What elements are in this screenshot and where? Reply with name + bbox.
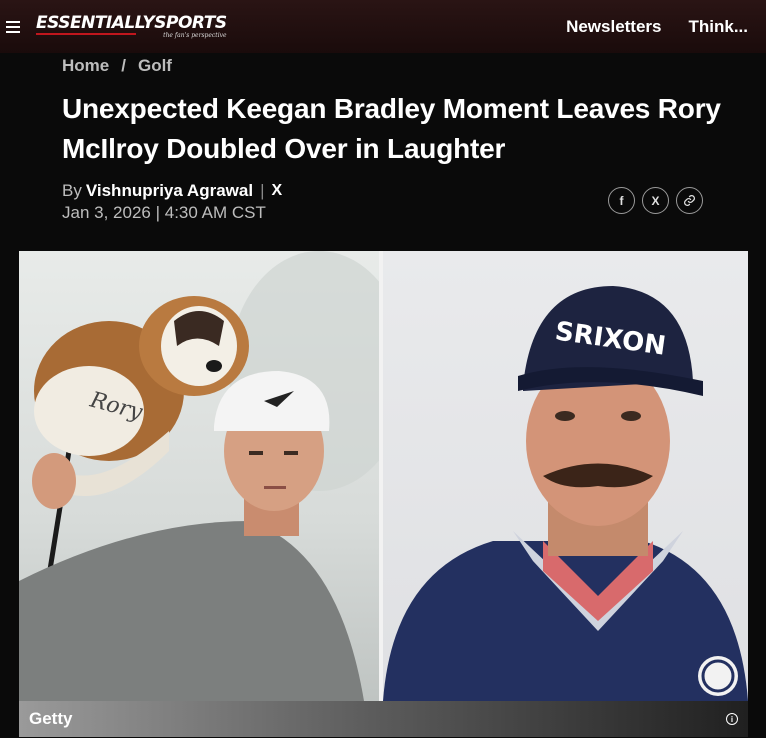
facebook-icon[interactable]: f <box>608 187 635 214</box>
image-credit: Getty <box>29 709 73 728</box>
nav-newsletters-link[interactable]: Newsletters <box>566 17 661 37</box>
byline: By Vishnupriya Agrawal | X <box>62 181 282 201</box>
byline-separator: | <box>260 181 265 200</box>
logo-tagline: the fan's perspective <box>163 31 227 39</box>
logo-wordmark: ESSENTIALLYSPORTS <box>36 12 227 33</box>
rory-mcilroy-photo: Rory <box>19 251 379 701</box>
hero-image: Rory SRIXON Getty i <box>19 251 748 737</box>
article-headline: Unexpected Keegan Bradley Moment Leaves … <box>62 93 721 164</box>
site-logo[interactable]: ESSENTIALLYSPORTS the fan's perspective <box>36 12 227 39</box>
nav-think-link[interactable]: Think... <box>689 17 749 37</box>
breadcrumb: Home / Golf <box>62 56 172 76</box>
logo-underline <box>36 32 136 35</box>
keegan-bradley-photo: SRIXON <box>383 251 748 701</box>
breadcrumb-golf-link[interactable]: Golf <box>138 56 172 76</box>
publish-dateline: Jan 3, 2026 | 4:30 AM CST <box>62 203 266 223</box>
x-icon[interactable]: X <box>642 187 669 214</box>
publish-date: Jan 3, 2026 <box>62 203 151 222</box>
publish-time: 4:30 AM CST <box>164 203 266 222</box>
by-label: By <box>62 181 82 200</box>
top-navigation-bar: ESSENTIALLYSPORTS the fan's perspective … <box>0 0 766 53</box>
author-link[interactable]: Vishnupriya Agrawal <box>86 181 253 201</box>
breadcrumb-home-link[interactable]: Home <box>62 56 109 76</box>
hamburger-menu-icon[interactable] <box>2 17 24 37</box>
breadcrumb-separator: / <box>121 56 126 75</box>
info-icon[interactable]: i <box>726 713 738 725</box>
date-separator: | <box>155 203 161 222</box>
image-caption-bar: Getty i <box>19 701 748 737</box>
link-icon[interactable] <box>676 187 703 214</box>
share-buttons: f X <box>608 187 703 214</box>
author-x-icon[interactable]: X <box>272 182 283 200</box>
header-nav: Newsletters Think... <box>566 17 748 37</box>
